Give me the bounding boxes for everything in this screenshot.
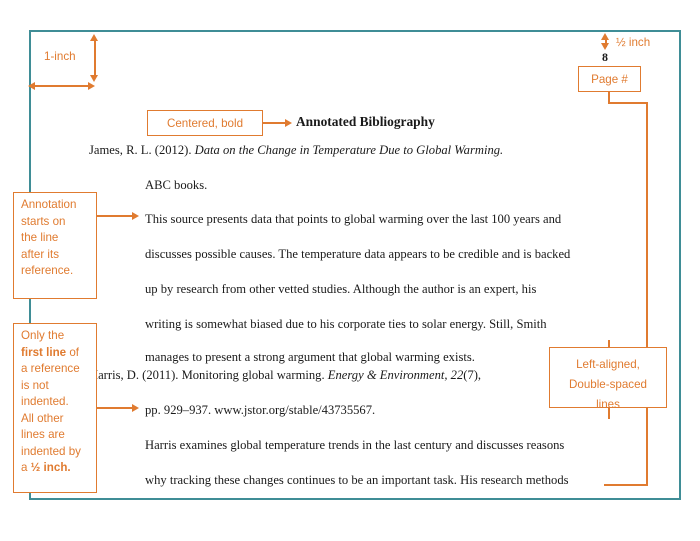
centered-bold-connector (263, 122, 287, 124)
callout-centered-bold[interactable]: Centered, bold (147, 110, 263, 136)
margin-label-one-inch: 1-inch (44, 50, 76, 63)
callout-hanging-indent-line8: indented by (21, 444, 81, 458)
page-number-connector-vertical (646, 102, 648, 484)
entry1-annotation-line1: This source presents data that points to… (145, 212, 562, 226)
alignment-callout-connector-bottom (608, 407, 610, 419)
one-inch-arrow-left-icon (28, 81, 35, 90)
page-number-connector-foot (604, 484, 648, 486)
callout-annotation-start-line1: Annotation (21, 198, 77, 211)
entry1-reference-title: Data on the Change in Temperature Due to… (194, 143, 504, 157)
page-number-connector-horizontal (608, 102, 648, 104)
callout-hanging-indent-line5: indented. (21, 395, 69, 408)
entry1-annotation-line4: writing is somewhat biased due to his co… (145, 317, 547, 331)
centered-bold-arrow-icon (285, 118, 292, 127)
entry2-reference-issue: (7), (463, 368, 482, 382)
entry1-annotation-line2: discusses possible causes. The temperatu… (145, 247, 571, 261)
one-inch-arrow-up-icon (90, 34, 98, 41)
entry1-reference-line2: ABC books. (145, 178, 208, 192)
entry1-annotation-line3: up by research from other vetted studies… (145, 282, 537, 296)
page-number-value: 8 (602, 50, 608, 64)
callout-page-number[interactable]: Page # (578, 66, 641, 92)
entry2-reference-line1: Harris, D. (2011). Monitoring global war… (89, 368, 481, 383)
annotation-start-connector (97, 215, 134, 217)
callout-hanging-indent-line3: a reference (21, 362, 80, 375)
entry2-annotation-line1: Harris examines global temperature trend… (145, 438, 565, 452)
annotation-start-arrow-icon (132, 211, 139, 220)
callout-hanging-indent-bold-half-inch: ½ inch. (30, 461, 71, 474)
entry2-reference-author: Harris, D. (2011). Monitoring global war… (89, 368, 328, 382)
entry2-reference-journal: Energy & Environment, 22 (327, 368, 464, 382)
hanging-indent-arrow-icon (132, 403, 139, 412)
callout-hanging-indent-line7: lines are (21, 428, 65, 441)
entry2-reference-line2: pp. 929–937. www.jstor.org/stable/437355… (145, 403, 376, 417)
callout-alignment-line2: Double-spaced (569, 378, 647, 391)
entry1-annotation-line5: manages to present a strong argument tha… (145, 350, 475, 364)
callout-alignment[interactable]: Left-aligned, Double-spaced lines (549, 347, 667, 411)
callout-hanging-indent-line1: Only the (21, 329, 65, 342)
half-inch-arrow-down-icon (601, 43, 609, 50)
entry1-reference-author: James, R. L. (2012). (89, 143, 195, 157)
entry1-reference-line1: James, R. L. (2012). Data on the Change … (89, 143, 503, 158)
margin-label-half-inch: ½ inch (616, 36, 651, 49)
callout-alignment-line1: Left-aligned, (576, 358, 640, 371)
document-page-frame (29, 30, 681, 500)
callout-annotation-start-line4: after its (21, 247, 60, 261)
one-inch-arrow-right-icon (88, 81, 95, 90)
callout-annotation-start-line2: starts on (21, 214, 66, 228)
callout-hanging-indent-line6: All other (21, 411, 64, 425)
callout-hanging-indent-line9-pre: a (21, 461, 31, 474)
entry2-annotation-line2: why tracking these changes continues to … (145, 473, 569, 487)
callout-annotation-start-line3: the line (21, 231, 59, 244)
callout-hanging-indent-bold-first-line: first line (21, 345, 67, 359)
callout-hanging-indent-line2: first line of (21, 345, 89, 362)
annotated-bibliography-diagram: 1-inch ½ inch 8 Page # Centered, bold An… (0, 0, 700, 541)
one-inch-horizontal-rule (34, 85, 92, 87)
one-inch-vertical-rule (94, 40, 96, 78)
hanging-indent-connector (97, 407, 134, 409)
callout-hanging-indent-line4: is not (21, 378, 49, 392)
callout-hanging-indent-line9: a ½ inch. (21, 460, 89, 477)
document-title: Annotated Bibliography (296, 114, 435, 129)
callout-hanging-indent-line2-rest: of (66, 345, 79, 359)
callout-hanging-indent[interactable]: Only the first line of a reference is no… (13, 323, 97, 493)
half-inch-arrow-up-icon (601, 33, 609, 40)
callout-annotation-start[interactable]: Annotation starts on the line after its … (13, 192, 97, 299)
callout-annotation-start-line5: reference. (21, 264, 74, 277)
